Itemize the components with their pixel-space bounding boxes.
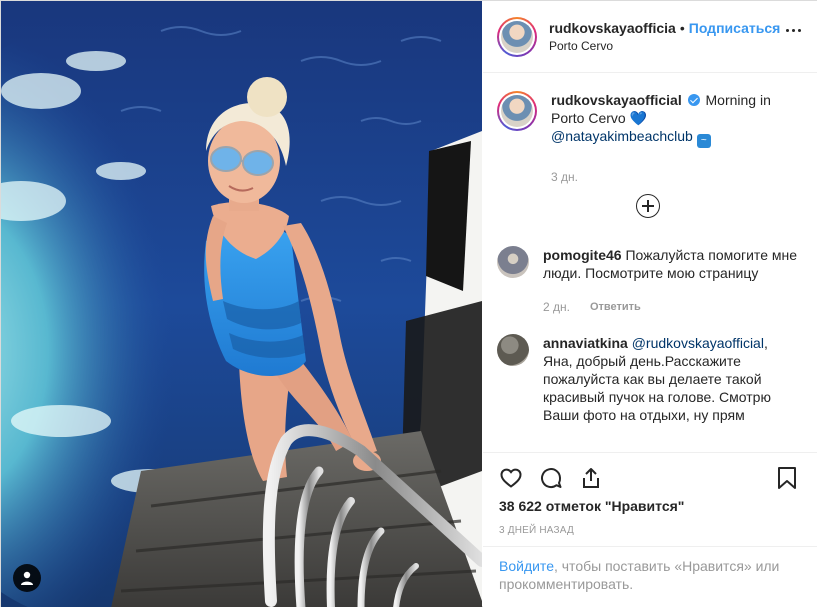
- comment-mention[interactable]: @rudkovskayaofficial: [632, 335, 764, 351]
- user-icon: [21, 571, 33, 585]
- caption-username[interactable]: rudkovskayaofficial: [551, 92, 682, 108]
- comments-list[interactable]: rudkovskayaofficial Morning in Porto Cer…: [483, 73, 817, 451]
- post-actions: 38 622 отметок "Нравится" 3 дней назад: [483, 452, 817, 536]
- tagged-users-button[interactable]: [13, 564, 41, 592]
- comment-item: pomogite46 Пожалуйста помогите мне люди.…: [497, 246, 801, 316]
- comment-avatar[interactable]: [497, 246, 529, 278]
- more-options-icon[interactable]: [786, 29, 801, 32]
- post-photo[interactable]: [1, 1, 482, 607]
- wave-emoji: ~: [696, 134, 711, 148]
- comment-item: annaviatkina @rudkovskayaofficial, Яна, …: [497, 334, 801, 424]
- caption-time[interactable]: 3 дн.: [551, 168, 578, 186]
- action-bar: [483, 453, 817, 497]
- comment-username[interactable]: pomogite46: [543, 247, 622, 263]
- story-ring[interactable]: [497, 16, 537, 57]
- caption-body: rudkovskayaofficial Morning in Porto Cer…: [551, 91, 801, 186]
- comment-username[interactable]: annaviatkina: [543, 335, 628, 351]
- verified-badge-icon: [687, 94, 700, 106]
- post-dialog: rudkovskayaofficia • Подписаться Porto C…: [0, 0, 817, 607]
- header-separator: •: [679, 19, 685, 36]
- post-date[interactable]: 3 дней назад: [483, 525, 817, 536]
- likes-count[interactable]: 38 622 отметок "Нравится": [483, 497, 817, 515]
- load-more-comments: [497, 194, 801, 218]
- follow-button[interactable]: Подписаться: [689, 19, 781, 37]
- header-meta: rudkovskayaofficia • Подписаться Porto C…: [549, 19, 780, 55]
- comment-body: pomogite46 Пожалуйста помогите мне люди.…: [543, 246, 801, 316]
- caption-avatar[interactable]: [501, 95, 533, 127]
- blue-heart-emoji: 💙: [629, 110, 648, 126]
- bookmark-icon[interactable]: [773, 464, 801, 492]
- post-sidebar: rudkovskayaofficia • Подписаться Porto C…: [483, 1, 817, 607]
- comment-body: annaviatkina @rudkovskayaofficial, Яна, …: [543, 334, 801, 424]
- comment-icon[interactable]: [537, 464, 565, 492]
- heart-icon[interactable]: [497, 464, 525, 492]
- share-icon[interactable]: [577, 464, 605, 492]
- caption-story-ring[interactable]: [497, 91, 537, 131]
- caption-mention[interactable]: @natayakimbeachclub: [551, 128, 693, 144]
- caption: rudkovskayaofficial Morning in Porto Cer…: [497, 91, 801, 186]
- avatar[interactable]: [501, 20, 533, 53]
- photo-illustration: [1, 1, 482, 607]
- post-header: rudkovskayaofficia • Подписаться Porto C…: [483, 1, 817, 73]
- comment-time[interactable]: 2 дн.: [543, 298, 570, 316]
- reply-button[interactable]: Ответить: [590, 298, 641, 316]
- plus-circle-icon[interactable]: [636, 194, 660, 218]
- header-username[interactable]: rudkovskayaofficia: [549, 19, 676, 37]
- login-prompt: Войдите, чтобы поставить «Нравится» или …: [483, 546, 817, 603]
- login-link[interactable]: Войдите: [499, 558, 554, 574]
- location-link[interactable]: Porto Cervo: [549, 37, 780, 55]
- comment-avatar[interactable]: [497, 334, 529, 366]
